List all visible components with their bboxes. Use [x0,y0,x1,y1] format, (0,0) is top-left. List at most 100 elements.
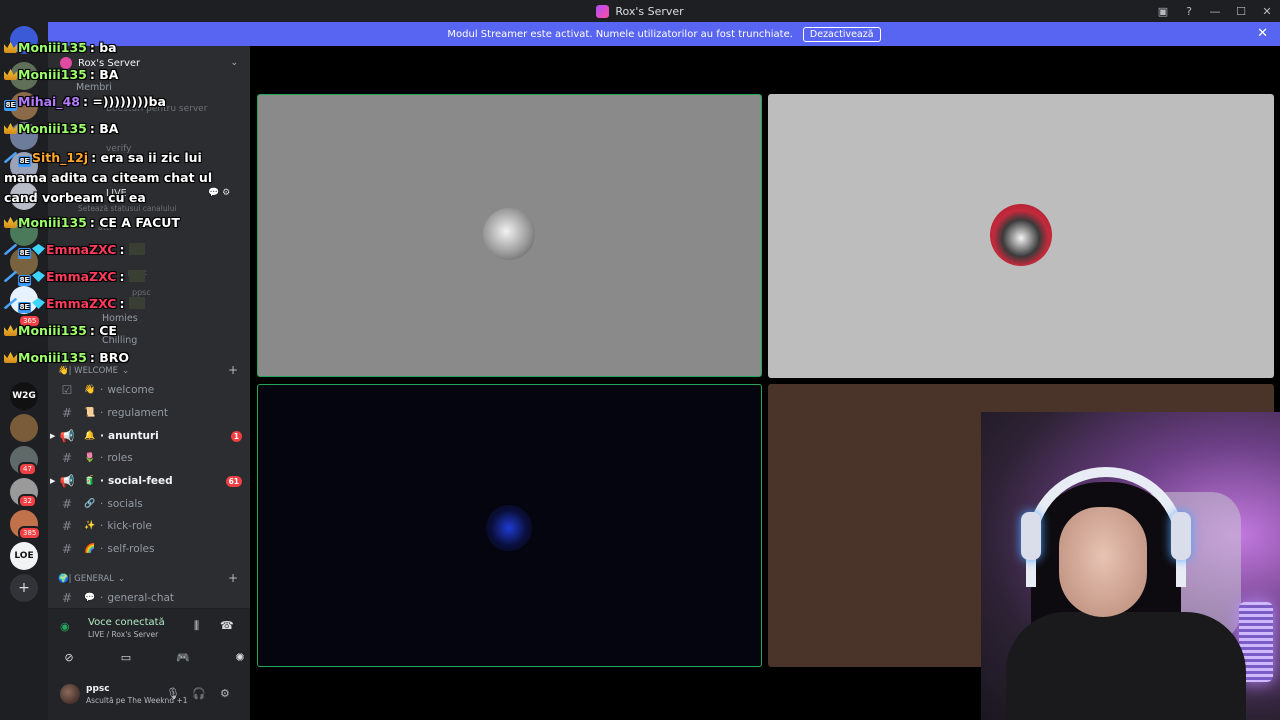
channel-socials[interactable]: # 🔗 · socials [56,494,246,514]
channel-emoji-icon: 🔗 [84,499,96,509]
server-icon[interactable] [10,62,38,90]
participant-tile[interactable] [768,94,1274,378]
channel-emoji-icon: 🧃 [84,476,96,486]
user-name[interactable]: ppsc [86,684,110,694]
channel-emoji-icon: 📜 [84,408,96,418]
server-list: 365 W2G 47 32 385 LOE + [0,22,48,720]
headphones-icon[interactable]: 🎧 [192,687,206,700]
server-header[interactable]: Rox's Server ⌄ [48,54,250,72]
server-icon[interactable] [10,122,38,150]
help-icon[interactable]: ? [1176,0,1202,22]
headset-cup [1021,512,1041,560]
microphone-icon[interactable]: 🎙 [166,687,180,700]
voice-channel-path[interactable]: LIVE / Rox's Server [88,630,158,639]
channel-emoji-icon: 🔔 [84,431,96,441]
channel-emoji-icon: ✨ [84,521,96,531]
screen-share-button[interactable]: ▭ [101,647,151,667]
server-icon[interactable] [10,26,38,54]
server-icon[interactable] [10,248,38,276]
channel-name: social-feed [108,475,173,487]
banner-text: Modul Streamer este activat. Numele util… [447,28,793,40]
close-icon[interactable]: ✕ [1257,26,1268,41]
voice-channel-actions: 💬 ⚙ [208,188,230,198]
voice-user[interactable]: ppsc [132,288,151,297]
channel-name: self-roles [107,543,155,555]
voice-channel-live[interactable]: LIVE [106,188,127,199]
channel-verify[interactable]: verify [106,144,131,154]
close-window-button[interactable]: ✕ [1254,0,1280,22]
channel-name: roles [107,452,133,464]
channel-anunturi[interactable]: ▶ 📢 🔔 · anunturi 1 [50,426,246,446]
settings-icon[interactable]: ⚙ [222,188,230,198]
minimize-button[interactable]: — [1202,0,1228,22]
streamer-shirt [1006,612,1246,720]
announcement-icon: 📢 [59,429,75,443]
server-icon[interactable] [10,414,38,442]
server-icon[interactable] [10,92,38,120]
server-icon[interactable] [10,182,38,210]
gear-icon[interactable]: ⚙ [220,687,230,700]
channel-general-chat[interactable]: # 💬 · general-chat [56,588,246,608]
server-icon[interactable] [10,152,38,180]
chevron-down-icon[interactable]: ⌄ [230,58,238,68]
voice-connection-panel: ◉ Voce conectată LIVE / Rox's Server ⫼ ☎… [48,608,250,680]
server-icon-loe[interactable]: LOE [10,542,38,570]
avatar[interactable] [60,684,80,704]
hash-icon: # [61,451,73,465]
avatar [990,204,1052,266]
server-icon[interactable] [10,286,38,314]
channel-regulament[interactable]: # 📜 · regulament [56,403,246,423]
channel-emoji-icon: 🌷 [84,453,96,463]
screen-share-icon: ▭ [120,650,132,664]
channel-name: welcome [107,384,155,396]
disable-streamer-mode-button[interactable]: Dezactivează [802,26,881,42]
channel-kick-role[interactable]: # ✨ · kick-role [56,516,246,536]
add-server-icon[interactable]: + [10,574,38,602]
window-title: Rox's Server [615,4,684,18]
server-icon-w2g[interactable]: W2G [10,382,38,410]
channel-social-feed[interactable]: ▶ 📢 🧃 · social-feed 61 [50,471,246,491]
category-general[interactable]: 🌍 | GENERAL ⌄ [58,571,125,587]
streamer-mode-banner: Modul Streamer este activat. Numele util… [48,22,1280,46]
camera-off-button[interactable]: ⊘ [44,647,94,667]
chevron-down-icon: ⌄ [117,574,126,584]
channel-emoji-icon: 🌈 [84,544,96,554]
participant-tile[interactable] [257,384,762,667]
maximize-button[interactable]: ☐ [1228,0,1254,22]
avatar [483,208,535,260]
create-channel-icon[interactable]: + [228,363,238,377]
server-name: Rox's Server [78,57,141,69]
window-titlebar: Rox's Server ▣ ? — ☐ ✕ [0,0,1280,22]
participant-tile[interactable] [257,94,762,377]
hash-icon: # [61,406,73,420]
voice-channel-chilling[interactable]: Chilling [102,335,137,346]
voice-connected-status[interactable]: Voce conectată [88,617,165,628]
unread-indicator: ▶ [50,432,56,440]
avatar [486,505,532,551]
category-welcome[interactable]: 👋 | WELCOME ⌄ [58,363,129,379]
channel-welcome[interactable]: ☑ 👋 · welcome [56,380,246,400]
unread-indicator: ▶ [50,477,56,485]
channel-emoji-icon: 💬 [84,593,96,603]
channel-status-hint[interactable]: Setează statusul canalului [78,204,177,213]
mention-badge: 385 [18,526,42,540]
server-boosts-link[interactable]: Boosturi pentru server [106,104,207,114]
activities-button[interactable]: 🎮 [158,647,208,667]
hash-icon: # [61,542,73,556]
voice-user[interactable]: atti [98,223,111,232]
channel-roles[interactable]: # 🌷 · roles [56,448,246,468]
inbox-icon[interactable]: ▣ [1150,0,1176,22]
noise-suppression-icon[interactable]: ⫼ [194,619,199,633]
signal-icon[interactable]: ◉ [60,620,70,633]
channel-self-roles[interactable]: # 🌈 · self-roles [56,539,246,559]
members-link[interactable]: Membri [76,82,112,93]
category-globe-icon: 🌍 [58,574,69,584]
server-icon[interactable] [10,218,38,246]
chat-icon[interactable]: 💬 [208,188,219,198]
disconnect-icon[interactable]: ☎ [220,619,234,632]
create-channel-icon[interactable]: + [228,571,238,585]
voice-user[interactable]: ppsc [128,268,147,277]
voice-channel-homies[interactable]: Homies [102,313,138,324]
announcement-icon: 📢 [59,474,75,488]
rules-channel-icon: ☑ [61,383,73,397]
